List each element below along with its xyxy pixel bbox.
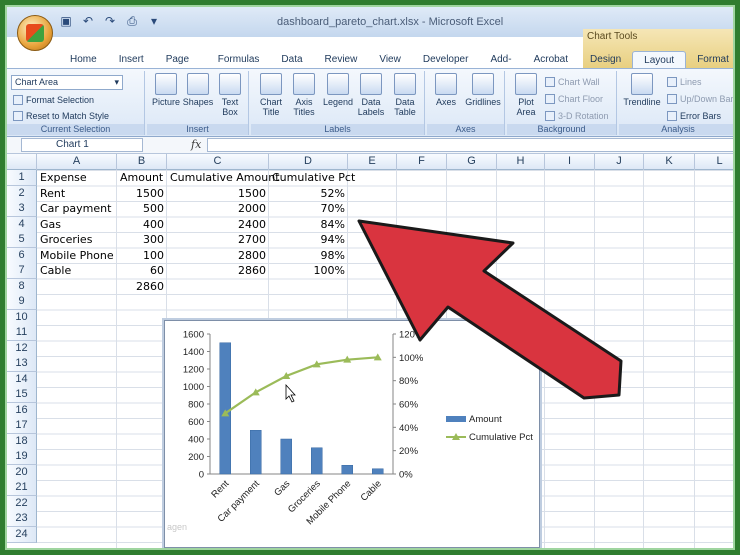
excel-window: ▣ ↶ ↷ ⎙ ▾ dashboard_pareto_chart.xlsx - … [5,5,735,550]
red-pointer-arrow [357,219,623,400]
office-button[interactable] [17,15,53,51]
office-logo-icon [26,24,44,42]
